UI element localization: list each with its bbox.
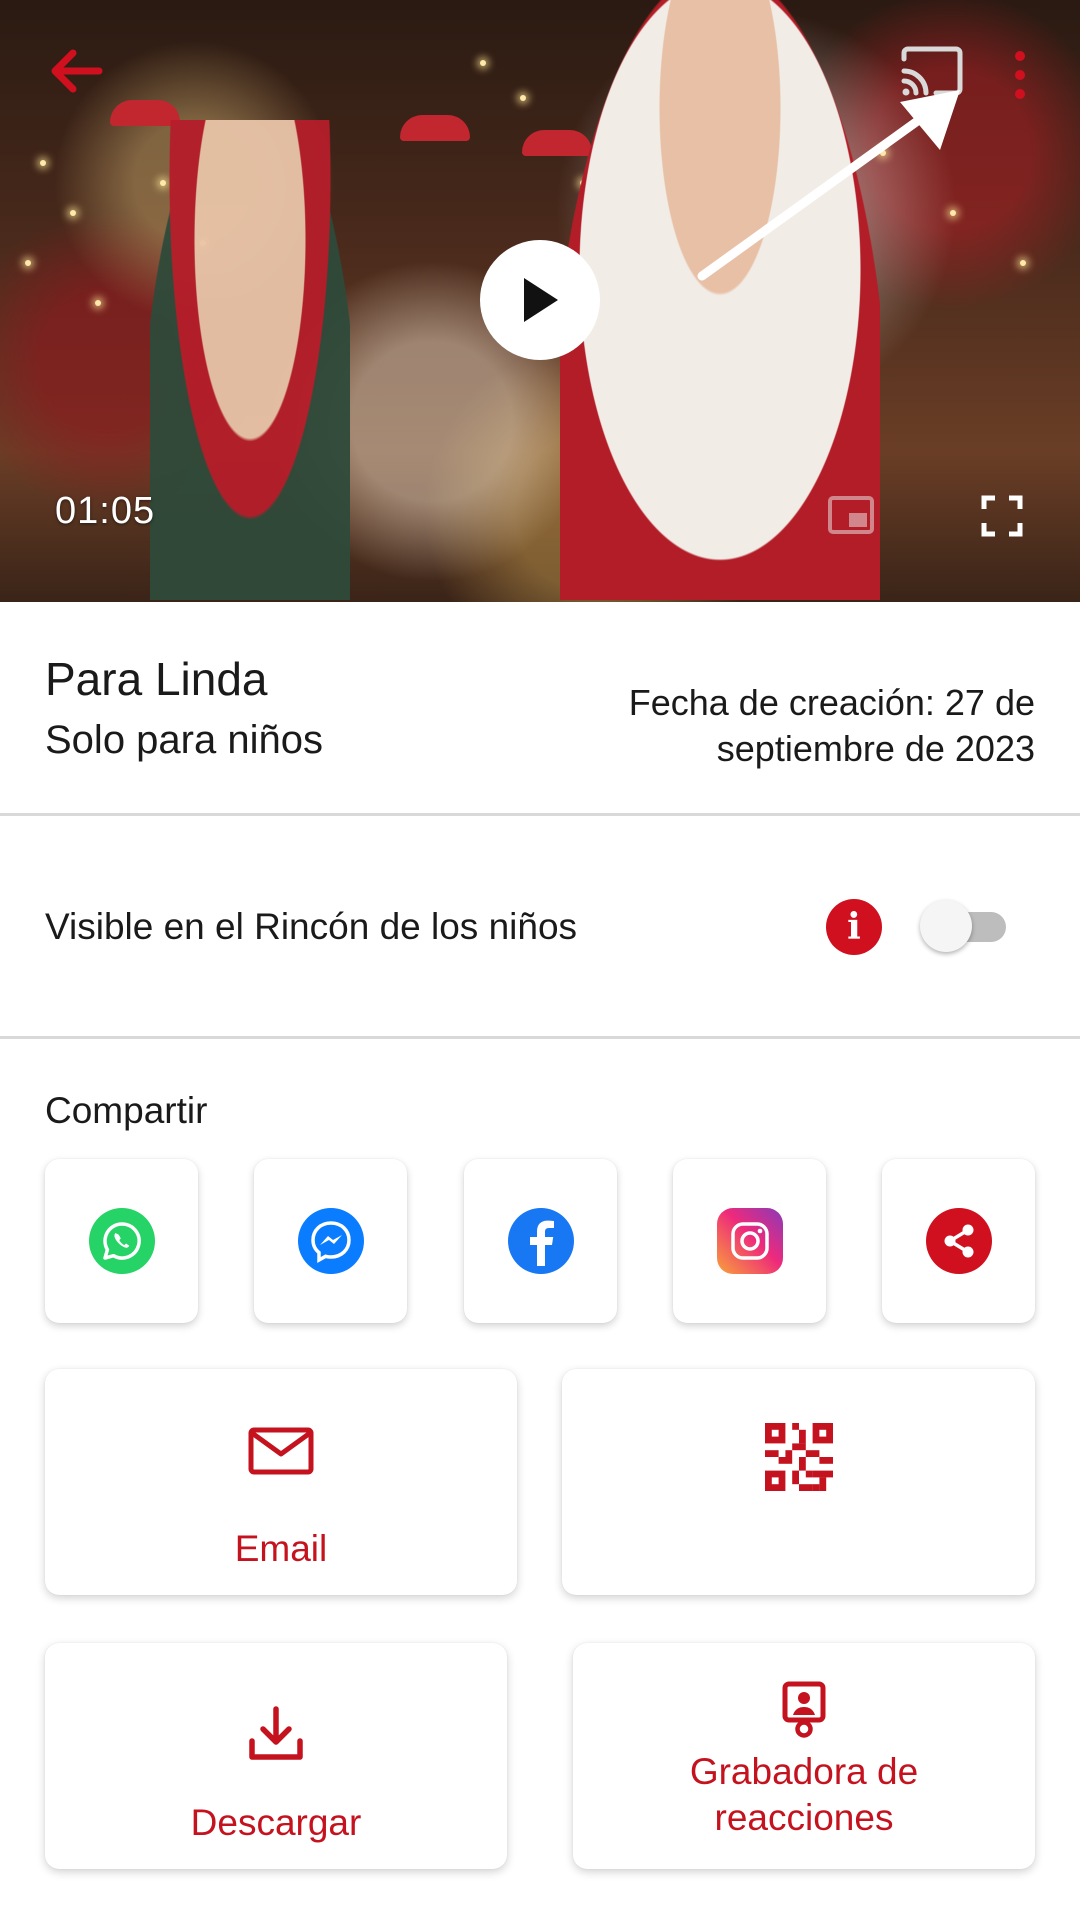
qr-code-icon xyxy=(764,1423,833,1491)
mail-icon xyxy=(248,1427,314,1475)
more-vertical-icon xyxy=(1015,51,1025,99)
reaction-recorder-label: Grabadora de reacciones xyxy=(573,1749,1035,1841)
video-audience: Solo para niños xyxy=(45,718,323,762)
share-instagram-button[interactable] xyxy=(673,1159,826,1323)
download-button[interactable]: Descargar xyxy=(45,1643,507,1869)
info-icon[interactable]: i xyxy=(826,899,882,955)
creation-date-line2: septiembre de 2023 xyxy=(716,728,1035,769)
more-options-button[interactable] xyxy=(1000,40,1040,110)
pointer-arrow-annotation xyxy=(697,90,960,281)
fullscreen-icon xyxy=(981,495,1023,537)
email-button[interactable]: Email xyxy=(45,1369,517,1595)
reaction-recorder-button[interactable]: Grabadora de reacciones xyxy=(573,1643,1035,1869)
video-details: Para Linda Solo para niños Fecha de crea… xyxy=(0,602,1080,815)
elf-figure xyxy=(150,120,350,600)
divider xyxy=(0,813,1080,816)
reaction-recorder-label-line2: reacciones xyxy=(714,1797,894,1838)
toggle-knob xyxy=(920,900,972,952)
share-more-button[interactable] xyxy=(882,1159,1035,1323)
instagram-icon xyxy=(716,1208,783,1274)
picture-in-picture-icon xyxy=(828,496,874,534)
arrow-left-icon xyxy=(51,49,103,93)
messenger-icon xyxy=(297,1208,364,1274)
pip-button[interactable] xyxy=(826,494,876,536)
visibility-label: Visible en el Rincón de los niños xyxy=(45,906,578,947)
video-time: 01:05 xyxy=(55,490,156,532)
video-player[interactable]: 01:05 xyxy=(0,0,1080,602)
scene-lamp xyxy=(400,115,470,141)
divider xyxy=(0,1036,1080,1039)
facebook-icon xyxy=(507,1208,574,1274)
reaction-recorder-icon xyxy=(782,1681,826,1738)
video-title: Para Linda xyxy=(45,653,268,705)
play-icon xyxy=(524,278,558,322)
email-label: Email xyxy=(234,1528,328,1569)
share-messenger-button[interactable] xyxy=(254,1159,407,1323)
share-whatsapp-button[interactable] xyxy=(45,1159,198,1323)
creation-date-line1: Fecha de creación: 27 de xyxy=(628,682,1035,723)
download-icon xyxy=(249,1706,303,1760)
share-icon xyxy=(925,1208,992,1274)
qr-code-button[interactable] xyxy=(562,1369,1035,1595)
creation-date: Fecha de creación: 27 de septiembre de 2… xyxy=(575,680,1035,772)
kids-corner-visibility-row: Visible en el Rincón de los niños i xyxy=(0,818,1080,1036)
play-button[interactable] xyxy=(480,240,600,360)
fullscreen-button[interactable] xyxy=(980,494,1024,538)
share-title: Compartir xyxy=(45,1090,208,1131)
reaction-recorder-label-line1: Grabadora de xyxy=(689,1751,919,1792)
whatsapp-icon xyxy=(88,1208,155,1274)
visibility-toggle[interactable] xyxy=(920,900,1006,952)
download-label: Descargar xyxy=(190,1802,362,1843)
back-button[interactable] xyxy=(36,36,114,106)
share-facebook-button[interactable] xyxy=(464,1159,617,1323)
